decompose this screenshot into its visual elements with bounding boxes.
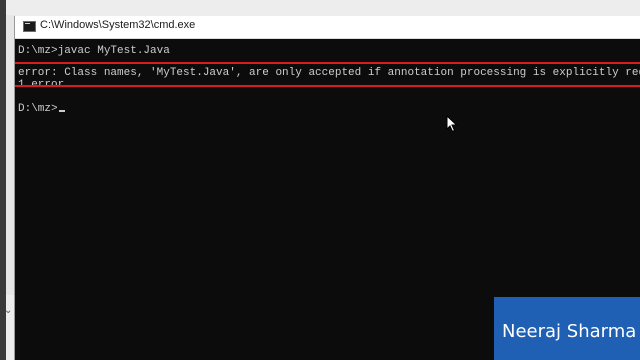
author-watermark: Neeraj Sharma [494,297,640,360]
window-titlebar[interactable]: C:\Windows\System32\cmd.exe [15,16,640,39]
mouse-pointer-icon [446,115,458,133]
console-line-command: D:\mz>javac MyTest.Java [18,45,170,57]
prompt-text: D:\mz> [18,103,58,115]
console-line-prompt: D:\mz> [18,103,65,115]
window-title: C:\Windows\System32\cmd.exe [40,19,196,31]
text-cursor [58,110,65,112]
watermark-text: Neeraj Sharma [502,321,637,342]
scroll-down-arrow-icon[interactable]: ⌄ [4,305,14,317]
error-highlight-box [15,62,640,87]
cmd-icon [23,21,36,32]
